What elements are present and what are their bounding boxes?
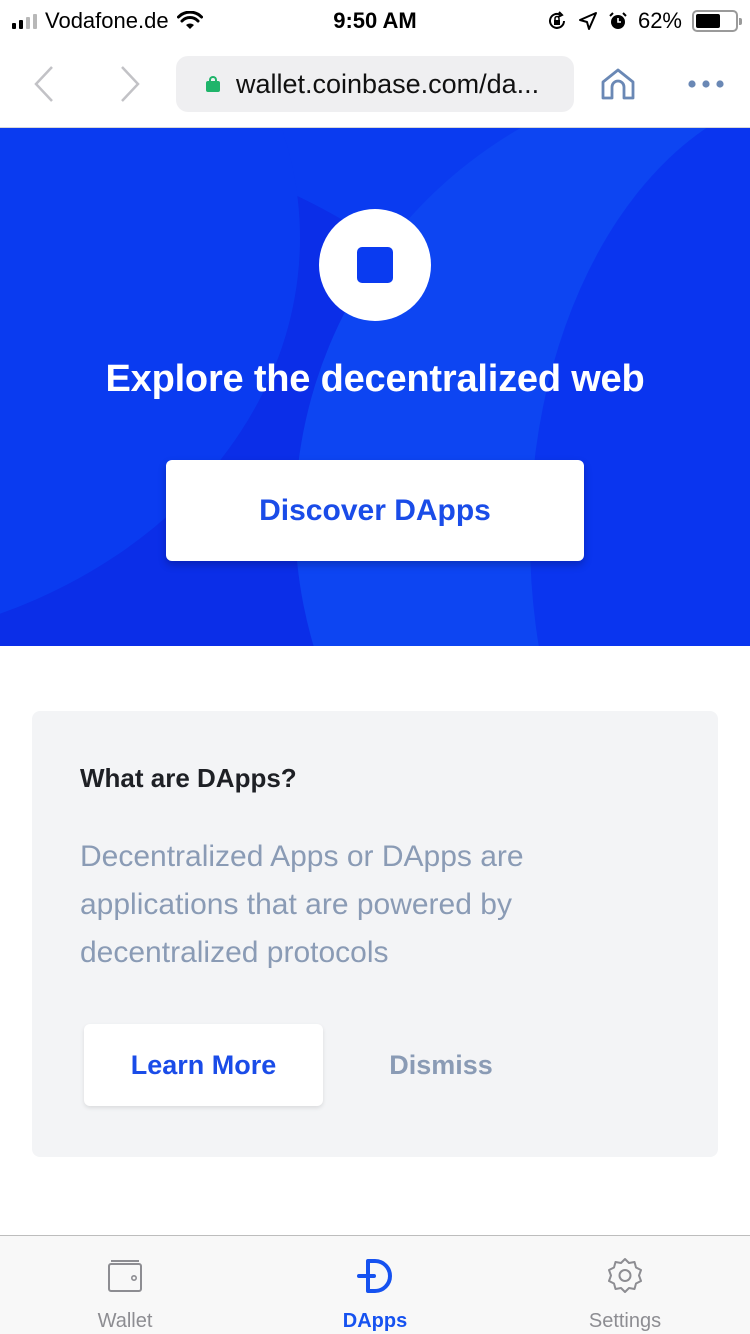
dapps-icon [355, 1256, 395, 1296]
lock-icon [206, 76, 220, 92]
settings-icon [605, 1256, 645, 1296]
tab-label: Wallet [97, 1310, 153, 1332]
dismiss-button[interactable]: Dismiss [372, 1024, 510, 1106]
status-right: 62% [546, 8, 742, 34]
logo-square-icon [357, 247, 393, 283]
address-bar[interactable]: wallet.coinbase.com/da... [176, 56, 574, 112]
back-icon [34, 66, 53, 102]
tab-label: DApps [342, 1310, 408, 1332]
tab-settings[interactable]: Settings [500, 1236, 750, 1334]
more-button[interactable] [686, 62, 726, 106]
what-are-dapps-card: What are DApps? Decentralized Apps or DA… [32, 711, 718, 1157]
orientation-lock-icon [548, 11, 565, 29]
battery-percent: 62% [637, 8, 682, 33]
coinbase-wallet-logo [319, 209, 431, 321]
forward-icon [121, 66, 140, 102]
battery-level [696, 14, 720, 28]
bottom-tab-bar: Wallet DApps Settings [0, 1235, 750, 1334]
forward-button[interactable] [110, 62, 150, 106]
discover-dapps-button[interactable]: Discover DApps [166, 460, 584, 561]
alarm-icon [609, 12, 627, 29]
tab-wallet[interactable]: Wallet [0, 1236, 250, 1334]
learn-more-button[interactable]: Learn More [84, 1024, 323, 1106]
tab-dapps[interactable]: DApps [250, 1236, 500, 1334]
wallet-icon [105, 1256, 145, 1296]
battery-icon [692, 10, 742, 32]
status-bar: Vodafone.de 9:50 AM 62% [0, 0, 750, 40]
hero-banner: Explore the decentralized web Discover D… [0, 128, 750, 646]
tab-label: Settings [588, 1310, 662, 1332]
home-icon [601, 68, 635, 100]
more-icon [688, 80, 724, 88]
location-icon [578, 12, 597, 30]
card-title: What are DApps? [80, 763, 297, 793]
card-description: Decentralized Apps or DApps are applicat… [80, 840, 524, 969]
browser-toolbar: wallet.coinbase.com/da... [0, 40, 750, 128]
hero-title: Explore the decentralized web [105, 358, 645, 400]
url-text: wallet.coinbase.com/da... [236, 68, 540, 99]
home-button[interactable] [598, 62, 638, 106]
back-button[interactable] [24, 62, 64, 106]
